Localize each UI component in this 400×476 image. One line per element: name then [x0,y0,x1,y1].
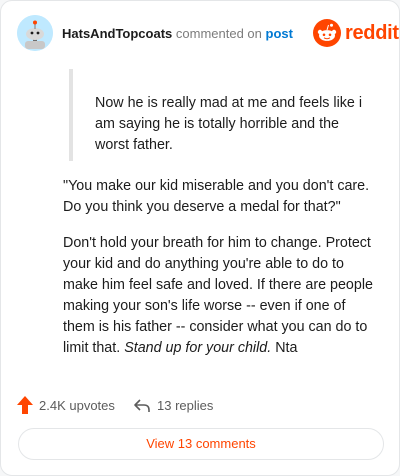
comment-paragraph: Don't hold your breath for him to change… [63,233,379,359]
brand-wordmark: reddit [345,22,399,44]
blockquote: Now he is really mad at me and feels lik… [69,69,369,161]
post-link[interactable]: post [266,26,293,41]
comment-card: HatsAndTopcoats commented on post reddit… [0,0,400,476]
upvote-arrow-icon [17,396,33,414]
comment-header: HatsAndTopcoats commented on post reddit [17,15,399,51]
author-name[interactable]: HatsAndTopcoats [62,26,172,41]
quote-text: Now he is really mad at me and feels lik… [95,95,362,153]
upvote-stat[interactable]: 2.4K upvotes [17,394,115,416]
reply-stat[interactable]: 13 replies [133,394,213,416]
comment-paragraph: "You make our kid miserable and you don'… [63,178,370,215]
reply-count: 13 replies [157,397,214,413]
reddit-logo-icon [313,19,341,47]
paragraph-text: Don't hold your breath for him to change… [63,235,373,356]
view-comments-button[interactable]: View 13 comments [18,428,384,460]
action-text: commented on [175,26,262,41]
emphasis-text: Stand up for your child. [124,340,272,356]
reddit-logo[interactable]: reddit [313,19,399,47]
byline: HatsAndTopcoats commented on post [62,26,293,41]
reply-arrow-icon [134,399,150,412]
comment-footer: 2.4K upvotes 13 replies [17,394,377,416]
snoo-avatar-icon[interactable] [17,15,53,51]
paragraph-tail: Nta [271,340,298,356]
upvote-count: 2.4K upvotes [39,397,115,413]
